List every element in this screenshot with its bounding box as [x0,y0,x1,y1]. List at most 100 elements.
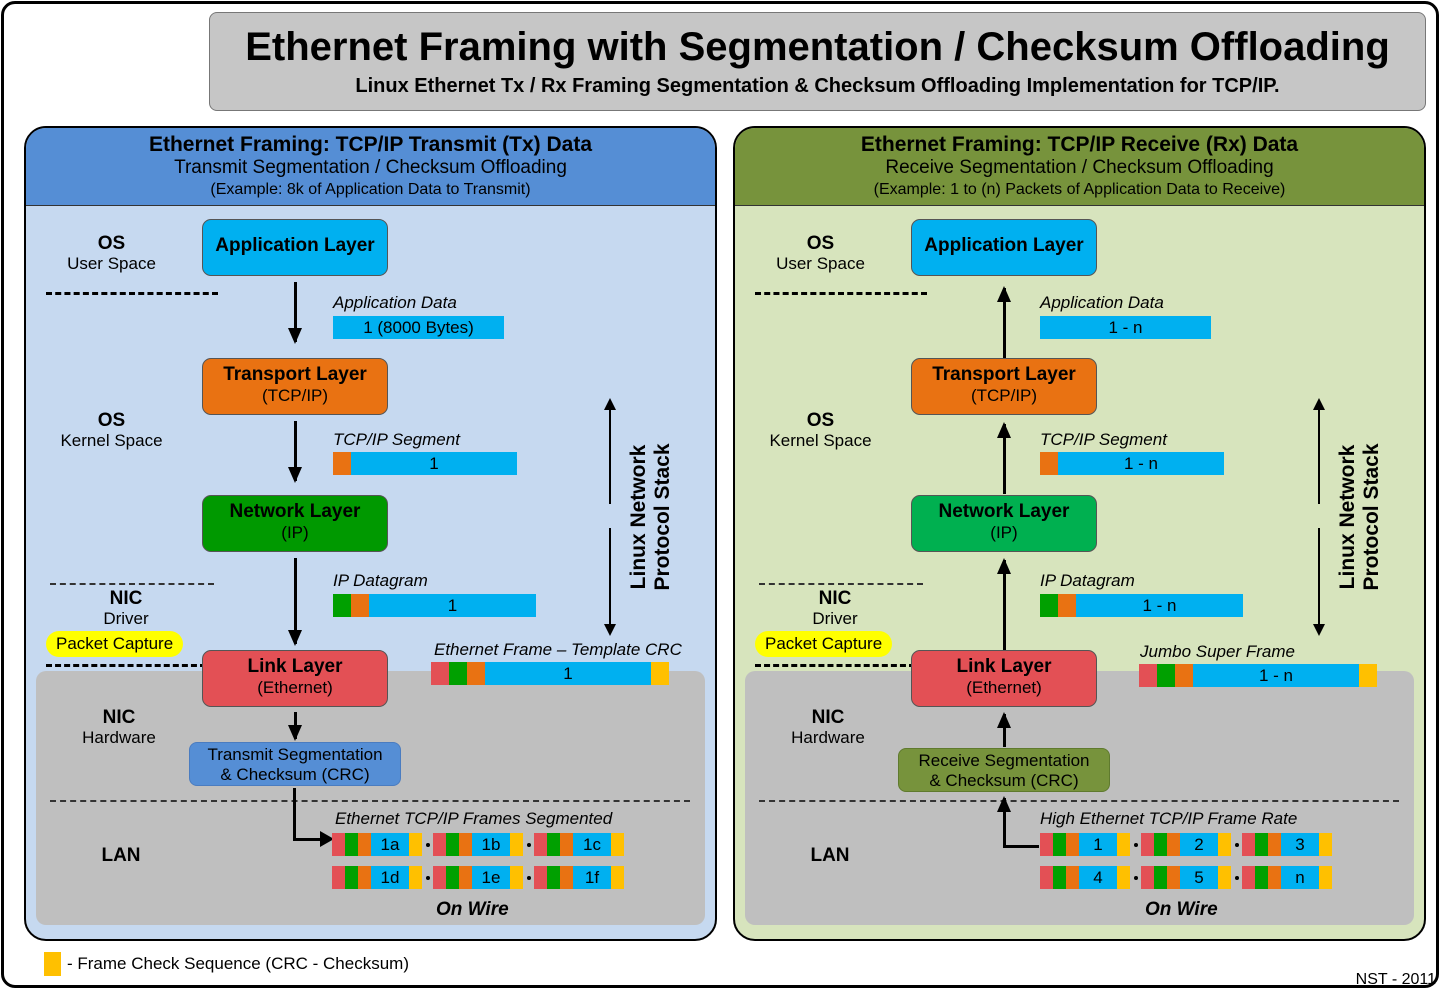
frame-separator-dot [1134,843,1138,847]
tx-arrow-hw-to-wire-vertical [293,788,296,840]
rx-header-title: Ethernet Framing: TCP/IP Receive (Rx) Da… [860,133,1299,156]
rx-application-layer: Application Layer [911,219,1097,276]
tcp-header-block [1268,833,1281,856]
eth-header-block [1242,833,1255,856]
rx-divider-hardware-lan [759,800,1399,802]
eth-header-block [1141,833,1154,856]
tcp-header-block [1066,866,1079,889]
crc-block [611,833,624,856]
rx-wire-label: High Ethernet TCP/IP Frame Rate [1040,809,1298,828]
frame-separator-dot [1134,876,1138,880]
ip-header-block [333,594,351,617]
tx-arrow-app-to-transport [288,282,302,344]
tx-wire-label: Ethernet TCP/IP Frames Segmented [335,809,613,828]
rx-divider-kernel-driver [759,583,923,585]
tx-header-example: (Example: 8k of Application Data to Tran… [210,181,531,198]
eth-header-block [332,866,345,889]
ip-header-block [345,866,358,889]
tcp-header-block [467,662,485,685]
credit: NST - 2011 [1355,971,1436,988]
wire-frame-payload: 1b [472,833,510,856]
wire-frame: 1c [534,833,624,856]
rx-app-data-label: Application Data [1040,293,1164,312]
rx-panel: Ethernet Framing: TCP/IP Receive (Rx) Da… [733,126,1426,941]
rx-wire-connector-line [1003,845,1039,848]
rx-stack-arrow-down-head-icon [1313,624,1325,636]
rx-stack-arrow-up [1318,400,1320,504]
tx-os-user-label: OS User Space [67,233,156,274]
frame-separator-dot [1235,843,1239,847]
wire-frame: 1e [433,866,523,889]
rx-app-data-payload: 1 - n [1040,316,1211,339]
tx-arrow-link-to-hw [288,712,302,741]
rx-arrow-network-to-transport [997,422,1011,494]
crc-block [1359,664,1377,687]
wire-frame-payload: 4 [1079,866,1117,889]
tx-nic-driver-label: NIC Driver [103,588,149,629]
wire-frame-payload: 2 [1180,833,1218,856]
tx-os-kernel-label: OS Kernel Space [60,410,163,451]
tx-stack-arrow-down-head-icon [604,624,616,636]
crc-block [510,833,523,856]
ip-header-block [345,833,358,856]
crc-block [1218,833,1231,856]
wire-frame: 4 [1040,866,1130,889]
crc-block [510,866,523,889]
ip-header-block [1154,866,1167,889]
diagram-title: Ethernet Framing with Segmentation / Che… [245,25,1390,69]
eth-header-block [1040,866,1053,889]
tx-packet-capture-badge: Packet Capture [46,631,184,657]
tx-application-layer: Application Layer [202,219,388,276]
wire-frame-payload: 1f [573,866,611,889]
ip-header-block [1157,664,1175,687]
tx-frame-payload: 1 [485,662,651,685]
eth-header-block [433,833,446,856]
crc-block [1117,833,1130,856]
tcp-header-block [1175,664,1193,687]
rx-datagram-payload: 1 - n [1076,594,1243,617]
rx-frame-label: Jumbo Super Frame [1140,642,1295,661]
rx-segmentation-box: Receive Segmentation & Checksum (CRC) [898,748,1110,792]
frame-separator-dot [1235,876,1239,880]
tx-divider-user-kernel [46,292,218,295]
wire-frame: 1d [332,866,422,889]
tcp-header-block [1167,866,1180,889]
tx-segment-packet: 1 [333,452,517,475]
tx-stack-arrow-up-head-icon [604,398,616,410]
wire-frame: 1 [1040,833,1130,856]
tx-divider-driver-hardware [46,664,206,667]
rx-transport-layer: Transport Layer (TCP/IP) [911,358,1097,415]
rx-segment-packet: 1 - n [1040,452,1224,475]
tx-app-data-label: Application Data [333,293,457,312]
tcp-header-block [1167,833,1180,856]
crc-block [1117,866,1130,889]
frame-separator-dot [527,876,531,880]
wire-frame-payload: 1a [371,833,409,856]
crc-block [409,866,422,889]
eth-header-block [534,866,547,889]
crc-legend-swatch [44,952,61,976]
wire-frame-payload: 1d [371,866,409,889]
tx-divider-hardware-lan [50,800,690,802]
frame-separator-dot [527,843,531,847]
crc-block [651,662,669,685]
tcp-header-block [358,833,371,856]
wire-frame-payload: 1 [1079,833,1117,856]
rx-header-example: (Example: 1 to (n) Packets of Applicatio… [873,181,1286,198]
rx-network-layer: Network Layer (IP) [911,495,1097,552]
rx-arrow-hw-to-link [997,712,1011,747]
tx-segment-label: TCP/IP Segment [333,430,460,449]
tx-nic-hardware-label: NIC Hardware [82,707,156,748]
tcp-header-block [1058,594,1076,617]
ip-header-block [446,866,459,889]
diagram-subtitle: Linux Ethernet Tx / Rx Framing Segmentat… [355,75,1280,97]
tx-stack-label: Linux Network Protocol Stack [627,443,674,591]
ip-header-block [1255,866,1268,889]
rx-segment-label: TCP/IP Segment [1040,430,1167,449]
rx-on-wire-label: On Wire [1145,899,1218,920]
tx-frame-label: Ethernet Frame – Template CRC [434,640,682,659]
tx-on-wire-label: On Wire [436,899,509,920]
tcp-header-block [1268,866,1281,889]
tx-panel: Ethernet Framing: TCP/IP Transmit (Tx) D… [24,126,717,941]
tx-datagram-payload: 1 [369,594,536,617]
